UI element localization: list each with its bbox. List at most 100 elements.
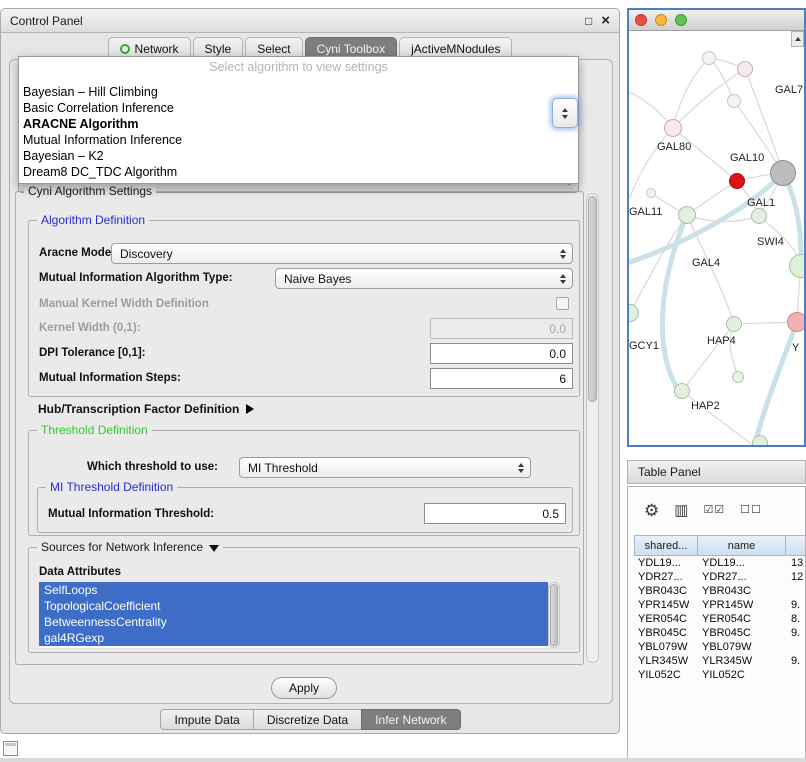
zoom-traffic-light[interactable] xyxy=(675,14,687,26)
algorithm-option-bayesian-k2[interactable]: Bayesian – K2 xyxy=(19,148,578,164)
algorithm-option-aracne-algorithm[interactable]: ARACNE Algorithm xyxy=(19,116,578,132)
algorithm-dropdown-popup: Select algorithm to view settings Bayesi… xyxy=(18,56,579,184)
restore-panel-icon[interactable] xyxy=(3,741,18,756)
table-row[interactable]: YLR345WYLR345W9. xyxy=(634,654,806,668)
column-layout-icon[interactable]: ▥ xyxy=(674,503,688,518)
apply-button[interactable]: Apply xyxy=(271,677,337,699)
network-node[interactable] xyxy=(702,51,716,65)
algorithm-option-mutual-information-inference[interactable]: Mutual Information Inference xyxy=(19,132,578,148)
network-node[interactable] xyxy=(664,119,682,137)
table-row[interactable]: YIL052CYIL052C xyxy=(634,668,806,682)
close-traffic-light[interactable] xyxy=(635,14,647,26)
settings-scrollbar[interactable] xyxy=(586,193,599,663)
table-cell: 9. xyxy=(787,654,806,668)
threshold-definition-group: Threshold Definition Which threshold to … xyxy=(28,430,580,536)
column-header-2[interactable] xyxy=(785,535,806,556)
table-cell: 9. xyxy=(787,626,806,640)
sources-group-title[interactable]: Sources for Network Inference xyxy=(37,540,223,555)
float-window-icon[interactable]: □ xyxy=(585,15,592,27)
network-node[interactable] xyxy=(789,254,804,278)
network-canvas[interactable]: GAL80GAL7GAL10GAL11GAL1SWI4GAL4GCY1HAP4Y… xyxy=(629,31,804,445)
network-node[interactable] xyxy=(751,208,767,224)
mi-steps-input[interactable] xyxy=(430,368,573,389)
aracne-mode-label: Aracne Mode: xyxy=(39,247,115,259)
table-header-row: shared...name xyxy=(634,535,806,556)
deselect-all-icon[interactable]: ☐☐ xyxy=(740,505,762,516)
table-cell: YLR345W xyxy=(634,654,698,668)
data-attributes-list[interactable]: SelfLoopsTopologicalCoefficientBetweenne… xyxy=(39,582,548,648)
network-node[interactable] xyxy=(787,312,804,332)
table-row[interactable]: YBR043CYBR043C xyxy=(634,584,806,598)
table-cell: YBL079W xyxy=(698,640,787,654)
table-row[interactable]: YDL19...YDL19...13 xyxy=(634,556,806,570)
column-header-name[interactable]: name xyxy=(697,535,786,556)
scrollbar-thumb[interactable] xyxy=(550,584,558,646)
network-node[interactable] xyxy=(752,435,768,445)
network-node[interactable] xyxy=(727,94,741,108)
network-node[interactable] xyxy=(629,304,639,322)
attribute-item-gal4rgexp[interactable]: gal4RGexp xyxy=(39,630,548,646)
algorithm-option-bayesian-hill-climbing[interactable]: Bayesian – Hill Climbing xyxy=(19,84,578,100)
which-threshold-select[interactable]: MI Threshold xyxy=(239,457,531,478)
network-node[interactable] xyxy=(732,371,744,383)
table-cell: YPR145W xyxy=(698,598,787,612)
table-cell: YDL19... xyxy=(634,556,698,570)
attribute-item-topologicalcoefficient[interactable]: TopologicalCoefficient xyxy=(39,598,548,614)
table-panel-titlebar[interactable]: Table Panel xyxy=(627,460,806,484)
table-panel: Table Panel ⚙ ▥ ☑☑ ☐☐ shared...name YDL1… xyxy=(627,460,806,762)
table-row[interactable]: YBL079WYBL079W xyxy=(634,640,806,654)
scroll-up-icon xyxy=(795,37,801,41)
minimize-traffic-light[interactable] xyxy=(655,14,667,26)
network-node[interactable] xyxy=(674,383,690,399)
table-cell: YPR145W xyxy=(634,598,698,612)
network-node[interactable] xyxy=(737,61,753,77)
mi-threshold-input[interactable] xyxy=(424,503,566,524)
threshold-definition-title: Threshold Definition xyxy=(37,423,152,438)
network-node[interactable] xyxy=(726,316,742,332)
expander-collapsed-icon xyxy=(246,404,254,414)
column-header-shared[interactable]: shared... xyxy=(634,535,698,556)
attribute-item-betweennesscentrality[interactable]: BetweennessCentrality xyxy=(39,614,548,630)
aracne-mode-select[interactable]: Discovery xyxy=(111,243,573,264)
tab-label: Style xyxy=(205,42,232,56)
network-window-titlebar[interactable] xyxy=(629,10,804,31)
canvas-scrollbar[interactable] xyxy=(791,31,804,47)
algorithm-option-basic-correlation-inference[interactable]: Basic Correlation Inference xyxy=(19,100,578,116)
table-row[interactable]: YBR045CYBR045C9. xyxy=(634,626,806,640)
hub-definition-expander[interactable]: Hub/Transcription Factor Definition xyxy=(38,402,254,416)
settings-gear-icon[interactable]: ⚙ xyxy=(644,502,659,519)
manual-kernel-width-checkbox[interactable] xyxy=(556,297,569,310)
focused-spinner[interactable] xyxy=(552,98,578,128)
manual-kernel-width-label: Manual Kernel Width Definition xyxy=(39,298,209,310)
table-cell xyxy=(787,584,806,598)
bottom-tab-infer-network[interactable]: Infer Network xyxy=(361,709,460,730)
network-node[interactable] xyxy=(646,188,656,198)
control-panel-titlebar[interactable]: Control Panel □ × xyxy=(1,9,619,33)
algorithm-option-dream8-dc-tdc-algorithm[interactable]: Dream8 DC_TDC Algorithm xyxy=(19,164,578,180)
select-all-icon[interactable]: ☑☑ xyxy=(703,505,725,516)
tab-label: Select xyxy=(257,42,290,56)
table-row[interactable]: YER054CYER054C8. xyxy=(634,612,806,626)
attribute-item-selfloops[interactable]: SelfLoops xyxy=(39,582,548,598)
network-node-label-y: Y xyxy=(792,342,799,354)
network-tab-icon xyxy=(120,44,130,54)
table-row[interactable]: YDR27...YDR27...12 xyxy=(634,570,806,584)
network-node[interactable] xyxy=(678,206,696,224)
table-cell: 8. xyxy=(787,612,806,626)
network-nodes-layer: GAL80GAL7GAL10GAL11GAL1SWI4GAL4GCY1HAP4Y… xyxy=(629,31,804,445)
mi-algorithm-type-select[interactable]: Naive Bayes xyxy=(275,268,573,289)
dpi-tolerance-input[interactable] xyxy=(430,343,573,364)
which-threshold-value: MI Threshold xyxy=(248,461,318,475)
scrollbar-thumb[interactable] xyxy=(588,196,597,402)
attributes-list-scrollbar[interactable] xyxy=(548,582,560,648)
mi-threshold-label: Mutual Information Threshold: xyxy=(48,508,214,520)
table-row[interactable]: YPR145WYPR145W9. xyxy=(634,598,806,612)
table-cell: YIL052C xyxy=(634,668,698,682)
network-node[interactable] xyxy=(770,160,796,186)
bottom-tab-discretize-data[interactable]: Discretize Data xyxy=(253,709,362,730)
algorithm-popup-placeholder: Select algorithm to view settings xyxy=(19,59,578,75)
mi-threshold-definition-group: MI Threshold Definition Mutual Informati… xyxy=(37,487,573,533)
network-node[interactable] xyxy=(729,173,745,189)
close-window-icon[interactable]: × xyxy=(601,13,610,28)
bottom-tab-impute-data[interactable]: Impute Data xyxy=(160,709,253,730)
